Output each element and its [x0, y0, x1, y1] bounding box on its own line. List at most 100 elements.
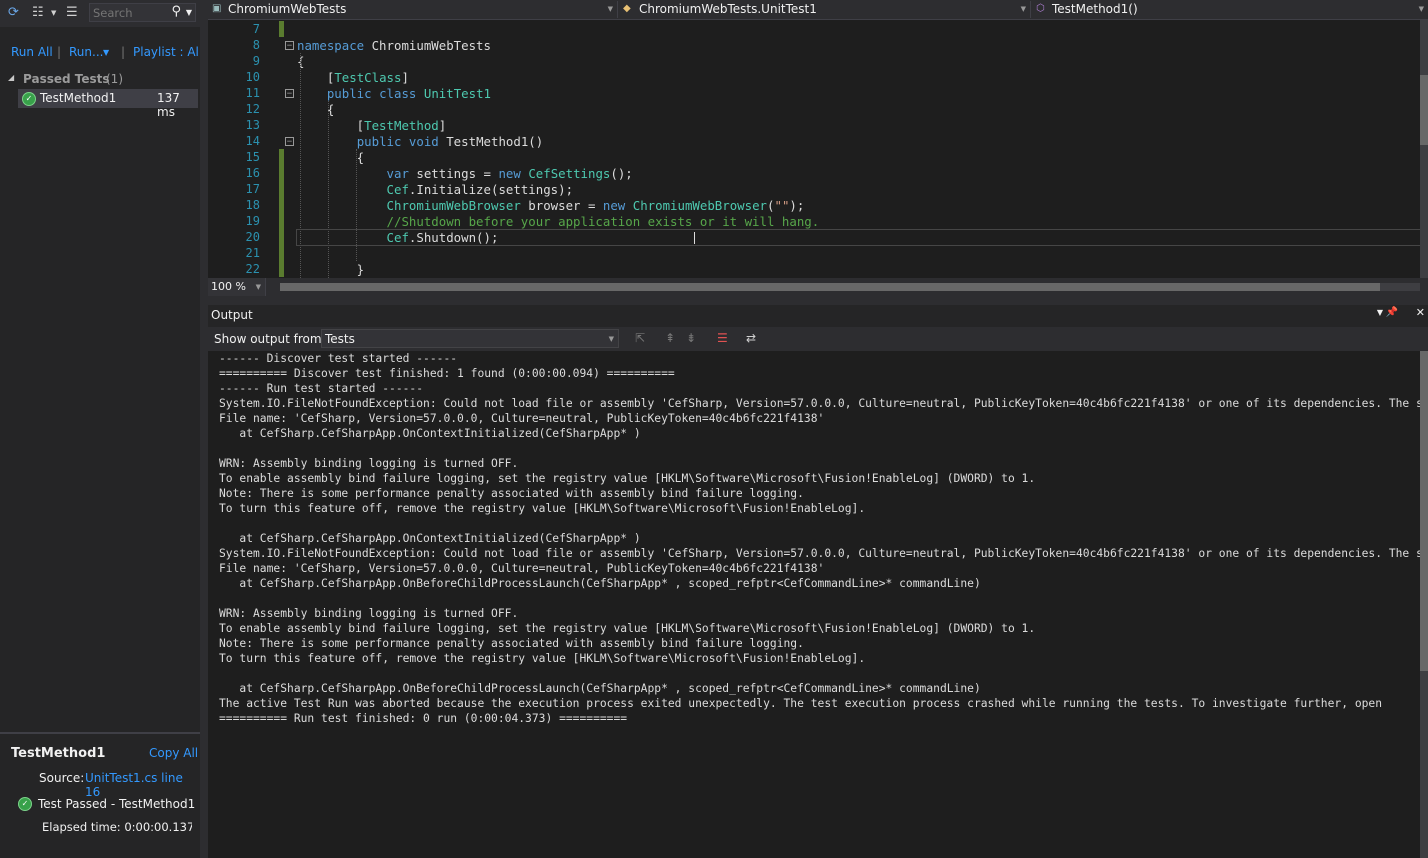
test-passed-icon: ✓: [18, 797, 32, 811]
fold-toggle[interactable]: −: [285, 41, 294, 51]
class-name: ChromiumWebTests.UnitTest1: [639, 2, 817, 16]
output-line: Note: There is some performance penalty …: [219, 637, 804, 650]
text-caret: [694, 232, 695, 244]
toggle-word-wrap-icon[interactable]: ⇄: [746, 331, 756, 345]
output-toolbar: Show output from: Tests ▼ ⇱ ⇞ ⇟ ☰ ⇄: [208, 327, 1428, 351]
detail-elapsed-time: Elapsed time: 0:00:00.1374482: [42, 820, 192, 834]
code-text: ChromiumWebBrowser browser = new Chromiu…: [386, 198, 805, 213]
run-dropdown-icon[interactable]: ▼: [103, 48, 109, 57]
scrollbar-thumb[interactable]: [280, 283, 1380, 291]
find-message-icon[interactable]: ⇱: [635, 331, 645, 345]
line-number: 21: [245, 246, 260, 260]
search-input[interactable]: [93, 5, 171, 20]
editor-vertical-scrollbar[interactable]: [1420, 20, 1428, 278]
output-source-value: Tests: [325, 332, 355, 346]
change-marker: [279, 181, 284, 197]
window-position-dropdown-icon[interactable]: ▼: [1377, 308, 1383, 317]
test-name: TestMethod1: [40, 91, 117, 105]
separator: |: [121, 45, 126, 59]
test-detail-pane: TestMethod1 Copy All Source: UnitTest1.c…: [0, 734, 200, 858]
playlist-icon[interactable]: ☰: [66, 5, 78, 20]
change-marker: [279, 261, 284, 277]
line-number: 8: [252, 38, 260, 52]
line-number: 22: [245, 262, 260, 276]
source-link[interactable]: UnitTest1.cs line 16: [85, 771, 200, 799]
project-icon: ▣: [212, 3, 222, 14]
output-line: ========== Run test finished: 0 run (0:0…: [219, 712, 628, 725]
test-explorer-toolbar: ⟳ ☷ ▼ ☰ ⚲ ▼: [0, 0, 200, 27]
group-by-dropdown-icon[interactable]: ▼: [51, 9, 56, 17]
search-icon[interactable]: ⚲: [171, 4, 181, 19]
panel-splitter[interactable]: [200, 0, 208, 858]
editor-horizontal-scrollbar[interactable]: [280, 283, 1420, 291]
zoom-dropdown[interactable]: 100 % ▼: [208, 278, 266, 296]
code-line: 13 [TestMethod]: [208, 117, 1420, 133]
member-name: TestMethod1(): [1052, 2, 1138, 16]
code-line: 10 [TestClass]: [208, 69, 1420, 85]
change-marker: [279, 213, 284, 229]
show-output-from-label: Show output from:: [214, 332, 326, 346]
output-line: at CefSharp.CefSharpApp.OnContextInitial…: [219, 427, 641, 440]
code-editor[interactable]: 7 8 − namespace ChromiumWebTests 9 { 10 …: [208, 20, 1420, 278]
test-passed-icon: ✓: [22, 92, 36, 106]
output-title: Output: [211, 308, 253, 322]
group-by-icon[interactable]: ☷: [32, 5, 44, 20]
line-number: 16: [245, 166, 260, 180]
collapse-triangle-icon[interactable]: ◢: [8, 73, 14, 82]
scrollbar-thumb[interactable]: [1420, 351, 1428, 671]
fold-toggle[interactable]: −: [285, 89, 294, 99]
pin-icon[interactable]: 📌: [1386, 307, 1398, 318]
output-line: The active Test Run was aborted because …: [219, 697, 1383, 710]
output-line: To enable assembly bind failure logging,…: [219, 472, 1036, 485]
output-text-area[interactable]: ------ Discover test started ------ =====…: [208, 351, 1420, 858]
passed-tests-group[interactable]: ◢ Passed Tests (1): [8, 71, 198, 89]
editor-status-strip: 100 % ▼: [208, 278, 1428, 296]
class-dropdown[interactable]: ◆ ChromiumWebTests.UnitTest1 ▼: [619, 1, 1031, 18]
run-all-link[interactable]: Run All: [11, 45, 53, 59]
code-line: 12 {: [208, 101, 1420, 117]
test-duration: 137 ms: [157, 91, 180, 119]
chevron-down-icon: ▼: [607, 5, 613, 13]
code-line: 15 {: [208, 149, 1420, 165]
method-icon: ⬡: [1036, 3, 1045, 14]
line-number: 20: [245, 230, 260, 244]
code-line: 19 //Shutdown before your application ex…: [208, 213, 1420, 229]
test-row[interactable]: ✓ TestMethod1 137 ms: [18, 89, 198, 119]
chevron-down-icon: ▼: [1418, 5, 1424, 13]
member-dropdown[interactable]: ⬡ TestMethod1() ▼: [1032, 1, 1428, 18]
project-dropdown[interactable]: ▣ ChromiumWebTests ▼: [208, 1, 618, 18]
code-line: 17 Cef.Initialize(settings);: [208, 181, 1420, 197]
scrollbar-thumb[interactable]: [1420, 75, 1428, 145]
code-text: //Shutdown before your application exist…: [386, 214, 820, 229]
output-line: at CefSharp.CefSharpApp.OnBeforeChildPro…: [219, 577, 981, 590]
line-number: 10: [245, 70, 260, 84]
fold-toggle[interactable]: −: [285, 137, 294, 147]
copy-all-link[interactable]: Copy All: [149, 746, 198, 760]
code-text: [TestMethod]: [297, 118, 447, 133]
editor-navigation-bar: ▣ ChromiumWebTests ▼ ◆ ChromiumWebTests.…: [208, 0, 1428, 20]
output-line: Note: There is some performance penalty …: [219, 487, 804, 500]
current-line-highlight: [296, 229, 1420, 246]
output-line: File name: 'CefSharp, Version=57.0.0.0, …: [219, 562, 825, 575]
output-vertical-scrollbar[interactable]: [1420, 351, 1428, 858]
refresh-tests-icon[interactable]: ⟳: [8, 5, 19, 20]
output-source-select[interactable]: Tests ▼: [321, 329, 619, 348]
indent-guide: [328, 101, 329, 278]
clear-all-icon[interactable]: ☰: [717, 331, 728, 345]
search-dropdown-icon[interactable]: ▼: [186, 8, 192, 17]
previous-message-icon[interactable]: ⇞: [665, 331, 675, 345]
run-link[interactable]: Run...: [69, 45, 103, 59]
source-label: Source:: [39, 771, 85, 785]
output-line: WRN: Assembly binding logging is turned …: [219, 607, 519, 620]
test-actions-bar: Run All | Run... ▼ | Playlist : All T: [0, 40, 213, 64]
search-box[interactable]: ⚲ ▼: [89, 3, 196, 22]
next-message-icon[interactable]: ⇟: [686, 331, 696, 345]
line-number: 13: [245, 118, 260, 132]
close-icon[interactable]: ✕: [1416, 306, 1425, 319]
code-line: 18 ChromiumWebBrowser browser = new Chro…: [208, 197, 1420, 213]
change-marker: [279, 229, 284, 245]
code-text: Cef.Initialize(settings);: [386, 182, 574, 197]
line-number: 14: [245, 134, 260, 148]
